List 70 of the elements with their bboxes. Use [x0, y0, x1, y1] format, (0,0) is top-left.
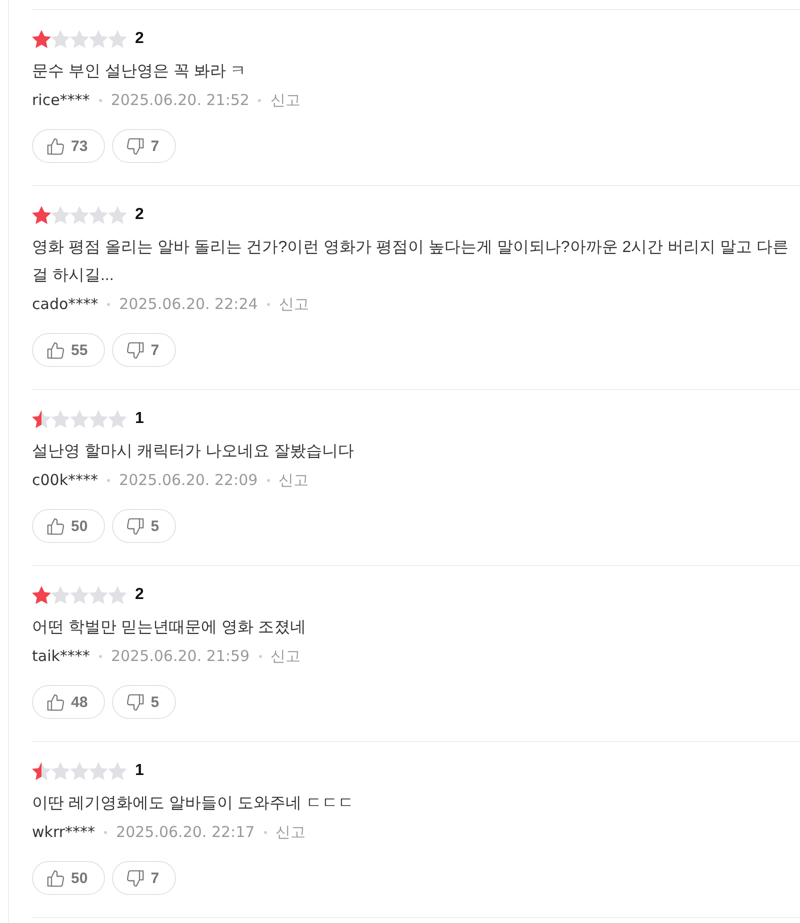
star-icon	[89, 586, 108, 604]
review-date: 2025.06.20. 21:52	[110, 91, 250, 109]
star-icon	[32, 410, 51, 428]
star-icon	[89, 206, 108, 224]
thumbs-up-icon	[47, 870, 64, 886]
rating-score: 2	[135, 206, 144, 224]
star-icon	[51, 30, 70, 48]
review-date: 2025.06.20. 22:09	[119, 471, 258, 489]
star-icon	[70, 206, 89, 224]
star-icon	[108, 586, 127, 604]
thumbs-down-icon	[126, 138, 144, 154]
thumbs-down-icon	[126, 694, 144, 710]
star-icon	[32, 30, 51, 48]
star-icon	[108, 762, 127, 780]
review-date: 2025.06.20. 22:24	[119, 295, 258, 313]
rating-score: 1	[135, 410, 144, 428]
review-date: 2025.06.20. 21:59	[110, 647, 250, 665]
like-button[interactable]: 50	[32, 861, 105, 895]
star-icon	[51, 206, 70, 224]
dislike-button[interactable]: 7	[112, 861, 176, 895]
review-comment: 문수 부인 설난영은 꼭 봐라 ㅋ	[32, 62, 248, 82]
thumbs-down-icon	[126, 342, 144, 358]
star-icon	[89, 410, 108, 428]
rating-score: 2	[135, 30, 144, 48]
dislike-button[interactable]: 7	[112, 333, 176, 367]
star-icon	[32, 762, 51, 780]
report-link[interactable]: 신고	[270, 90, 300, 110]
star-icon	[89, 30, 108, 48]
star-icon	[70, 30, 89, 48]
star-icon	[51, 586, 70, 604]
report-link[interactable]: 신고	[278, 294, 309, 314]
review-comment: 이딴 레기영화에도 알바들이 도와주네 ㄷㄷㄷ	[32, 794, 355, 814]
like-button[interactable]: 73	[32, 129, 105, 163]
dislike-button[interactable]: 7	[112, 129, 176, 163]
star-icon	[108, 206, 127, 224]
like-button[interactable]: 50	[32, 509, 105, 543]
report-link[interactable]: 신고	[278, 470, 309, 490]
like-button[interactable]: 48	[32, 685, 105, 719]
reviewer-name: rice****	[32, 91, 90, 109]
star-icon	[108, 30, 127, 48]
star-icon	[51, 410, 70, 428]
star-icon	[108, 410, 127, 428]
thumbs-up-icon	[47, 694, 64, 710]
reviewer-name: wkrr****	[32, 823, 96, 841]
star-icon	[70, 762, 89, 780]
star-icon	[70, 586, 89, 604]
star-icon	[89, 762, 108, 780]
dislike-button[interactable]: 5	[112, 685, 176, 719]
dislike-button[interactable]: 5	[112, 509, 176, 543]
report-link[interactable]: 신고	[276, 822, 306, 842]
review-comment: 영화 평점 올리는 알바 돌리는 건가?이런 영화가 평점이 높다는게 말이되나?아까운 2시간 버리지 말고 다른 걸 하시길...	[32, 238, 790, 286]
thumbs-up-icon	[47, 518, 64, 534]
report-link[interactable]: 신고	[270, 646, 301, 666]
rating-score: 2	[135, 586, 144, 604]
reviewer-name: cado****	[32, 295, 98, 313]
reviewer-name: taik****	[32, 647, 90, 665]
review-comment: 설난영 할마시 캐릭터가 나오네요 잘봤습니다	[32, 442, 355, 462]
reviewer-name: c00k****	[32, 471, 98, 489]
star-icon	[32, 586, 51, 604]
thumbs-up-icon	[47, 342, 64, 358]
thumbs-down-icon	[126, 518, 144, 534]
like-button[interactable]: 55	[32, 333, 105, 367]
review-date: 2025.06.20. 22:17	[116, 823, 255, 841]
rating-score: 1	[135, 762, 144, 780]
thumbs-up-icon	[47, 138, 64, 154]
star-icon	[70, 410, 89, 428]
star-icon	[32, 206, 51, 224]
review-comment: 어떤 학벌만 믿는년때문에 영화 조졌네	[32, 618, 307, 638]
star-icon	[51, 762, 70, 780]
thumbs-down-icon	[126, 870, 144, 886]
